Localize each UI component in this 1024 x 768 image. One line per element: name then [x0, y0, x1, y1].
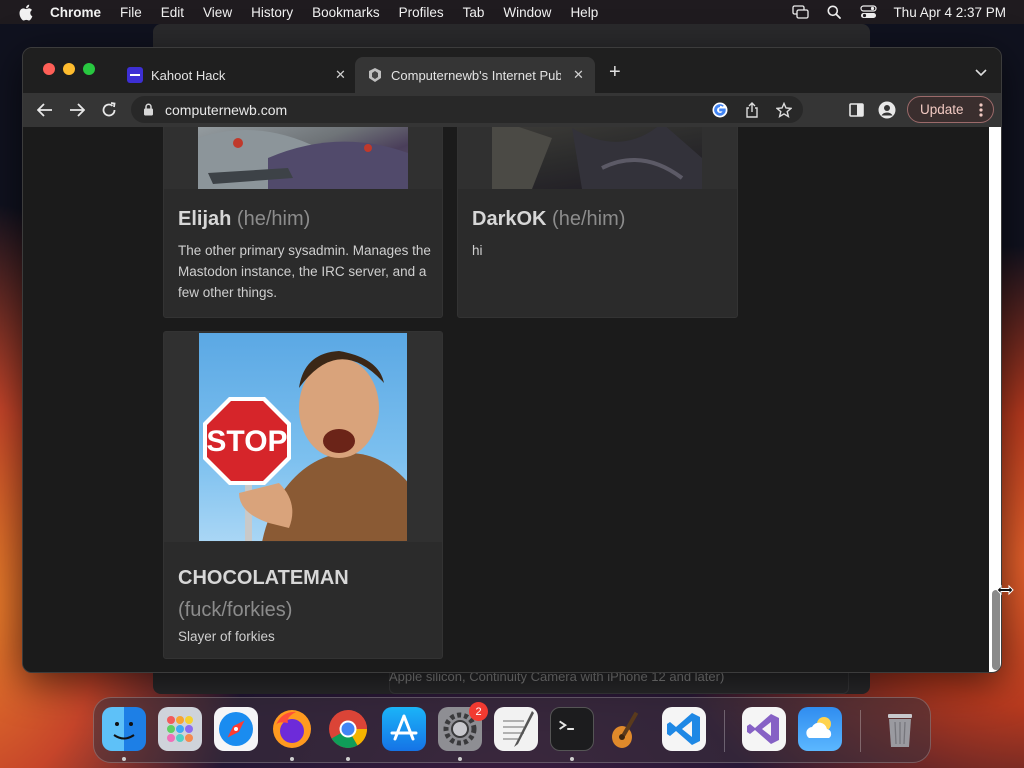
back-arrow-icon[interactable] [35, 100, 55, 120]
spotlight-search-icon[interactable] [825, 4, 843, 20]
menu-help[interactable]: Help [570, 5, 598, 20]
resize-cursor-icon [996, 583, 1014, 597]
member-pronouns: (he/him) [552, 208, 626, 230]
share-icon[interactable] [743, 101, 761, 119]
tab-close-icon[interactable]: ✕ [573, 67, 584, 83]
tab-kahoot-hack[interactable]: Kahoot Hack ✕ [115, 57, 355, 93]
textedit-icon[interactable] [494, 707, 538, 751]
scrollbar-thumb[interactable] [992, 590, 1000, 670]
visual-studio-icon[interactable] [742, 707, 786, 751]
reload-icon[interactable] [99, 100, 119, 120]
dock-separator [724, 710, 725, 752]
safari-icon[interactable] [214, 707, 258, 751]
kahoot-favicon-icon [127, 67, 143, 83]
member-card-elijah: Elijah (he/him) The other primary sysadm… [163, 127, 443, 318]
member-photo [492, 127, 702, 189]
window-controls [43, 63, 103, 75]
weather-icon[interactable] [798, 707, 842, 751]
apple-menu-icon[interactable] [14, 0, 36, 24]
menu-view[interactable]: View [203, 5, 232, 20]
stop-sign-text: STOP [206, 425, 287, 458]
forward-arrow-icon[interactable] [67, 100, 87, 120]
member-name-text: DarkOK [472, 208, 547, 230]
tab-title: Computernewb's Internet Pub [391, 67, 561, 83]
running-indicator [122, 757, 126, 761]
update-button[interactable]: Update [907, 96, 994, 123]
vscode-icon[interactable] [662, 707, 706, 751]
firefox-icon[interactable] [270, 707, 314, 751]
running-indicator [570, 757, 574, 761]
browser-toolbar: computernewb.com Update [23, 93, 1001, 127]
screen-mirroring-icon[interactable] [791, 4, 809, 20]
menu-tab[interactable]: Tab [463, 5, 485, 20]
member-name: Elijah (he/him) [178, 208, 310, 231]
member-bio: hi [472, 243, 483, 258]
chrome-icon[interactable] [326, 707, 370, 751]
menu-edit[interactable]: Edit [161, 5, 184, 20]
notification-badge: 2 [469, 702, 488, 721]
terminal-icon[interactable] [550, 707, 594, 751]
computernewb-favicon-icon [367, 67, 383, 83]
member-bio: Slayer of forkies [178, 629, 275, 644]
url-text[interactable]: computernewb.com [165, 102, 287, 118]
menu-profiles[interactable]: Profiles [399, 5, 444, 20]
member-name-text: Elijah [178, 208, 232, 230]
control-center-icon[interactable] [859, 4, 877, 20]
launchpad-icon[interactable] [158, 707, 202, 751]
profile-avatar-icon[interactable] [878, 101, 896, 119]
running-indicator [290, 757, 294, 761]
menu-app-name[interactable]: Chrome [50, 5, 101, 20]
tab-search-chevron-icon[interactable] [975, 64, 987, 82]
zoom-window-button[interactable] [83, 63, 95, 75]
garageband-guitar-icon[interactable] [606, 707, 650, 751]
dock: 2 [93, 697, 931, 763]
address-bar[interactable]: computernewb.com [131, 96, 803, 123]
bookmark-star-icon[interactable] [775, 101, 793, 119]
member-photo-frame [164, 127, 442, 189]
new-tab-plus-icon[interactable]: + [609, 61, 621, 84]
app-store-icon[interactable] [382, 707, 426, 751]
member-photo-frame: STOP [164, 332, 442, 542]
member-pronouns: (fuck/forkies) [178, 599, 293, 621]
member-name: CHOCOLATEMAN (fuck/forkies) [178, 562, 434, 626]
member-name-text: CHOCOLATEMAN [178, 567, 349, 589]
tab-computernewb[interactable]: Computernewb's Internet Pub ✕ [355, 57, 595, 93]
member-card-chocolateman: STOP CHOCOLATEMAN (fuck/forkies) Slayer … [163, 331, 443, 659]
member-photo [198, 127, 408, 189]
menu-file[interactable]: File [120, 5, 142, 20]
tab-title: Kahoot Hack [151, 67, 226, 83]
close-window-button[interactable] [43, 63, 55, 75]
tab-strip: Kahoot Hack ✕ Computernewb's Internet Pu… [23, 48, 1001, 93]
chrome-window: Kahoot Hack ✕ Computernewb's Internet Pu… [22, 47, 1002, 673]
tab-close-icon[interactable]: ✕ [335, 67, 346, 83]
running-indicator [458, 757, 462, 761]
member-photo-stop-sign: STOP [199, 333, 407, 541]
minimize-window-button[interactable] [63, 63, 75, 75]
menu-window[interactable]: Window [503, 5, 551, 20]
member-photo-frame [458, 127, 737, 189]
update-button-label: Update [920, 102, 964, 117]
side-panel-icon[interactable] [847, 101, 865, 119]
running-indicator [346, 757, 350, 761]
menu-bar-clock[interactable]: Thu Apr 4 2:37 PM [893, 5, 1006, 20]
member-pronouns: (he/him) [236, 208, 311, 230]
member-name: DarkOK (he/him) [472, 208, 625, 231]
member-bio: The other primary sysadmin. Manages the … [178, 243, 431, 300]
kebab-menu-icon[interactable] [979, 102, 983, 121]
menu-bookmarks[interactable]: Bookmarks [312, 5, 380, 20]
page-viewport[interactable]: Elijah (he/him) The other primary sysadm… [23, 127, 989, 672]
google-lens-icon[interactable] [711, 101, 729, 119]
trash-icon[interactable] [878, 707, 922, 751]
dock-separator [860, 710, 861, 752]
member-card-darkok: DarkOK (he/him) hi [457, 127, 738, 318]
finder-icon[interactable] [102, 707, 146, 751]
menu-history[interactable]: History [251, 5, 293, 20]
lock-icon[interactable] [143, 103, 157, 116]
menu-bar: Chrome File Edit View History Bookmarks … [0, 0, 1024, 24]
